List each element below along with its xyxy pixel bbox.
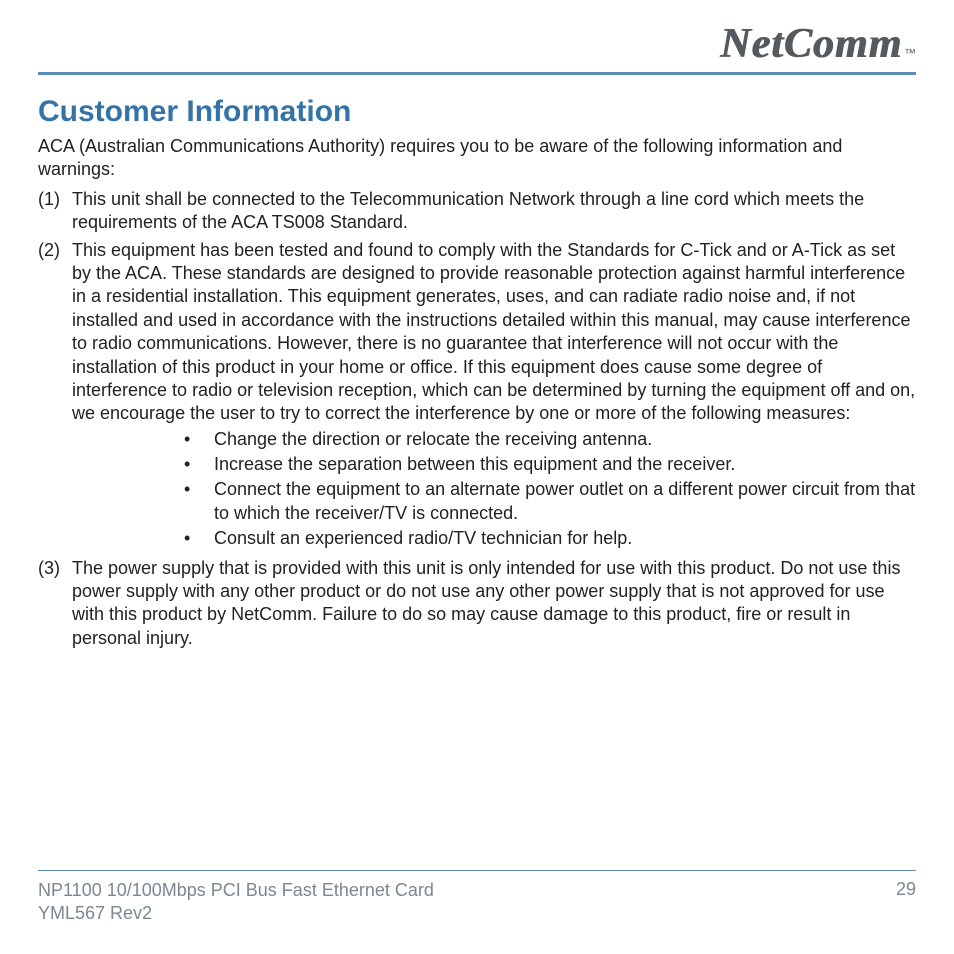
item-number: (1) xyxy=(38,188,72,235)
sub-item: •Increase the separation between this eq… xyxy=(180,453,916,476)
list-item: (2) This equipment has been tested and f… xyxy=(38,239,916,553)
bullet-icon: • xyxy=(180,453,214,476)
sub-item-text: Connect the equipment to an alternate po… xyxy=(214,478,916,525)
sub-item-text: Increase the separation between this equ… xyxy=(214,453,916,476)
page-heading: Customer Information xyxy=(38,95,916,129)
brand-logo: NetComm xyxy=(720,20,902,68)
page-footer: NP1100 10/100Mbps PCI Bus Fast Ethernet … xyxy=(38,879,916,924)
warnings-list: (1) This unit shall be connected to the … xyxy=(38,188,916,654)
list-item: (3) The power supply that is provided wi… xyxy=(38,557,916,651)
sub-item: •Connect the equipment to an alternate p… xyxy=(180,478,916,525)
intro-paragraph: ACA (Australian Communications Authority… xyxy=(38,135,916,182)
sub-item: •Consult an experienced radio/TV technic… xyxy=(180,527,916,550)
sub-item: •Change the direction or relocate the re… xyxy=(180,428,916,451)
content-spacer xyxy=(38,654,916,870)
footer-product: NP1100 10/100Mbps PCI Bus Fast Ethernet … xyxy=(38,879,434,902)
bullet-icon: • xyxy=(180,428,214,451)
item-number: (2) xyxy=(38,239,72,553)
sub-item-text: Change the direction or relocate the rec… xyxy=(214,428,916,451)
list-item: (1) This unit shall be connected to the … xyxy=(38,188,916,235)
footer-revision: YML567 Rev2 xyxy=(38,902,434,925)
item-text: This equipment has been tested and found… xyxy=(72,239,916,553)
item-text: The power supply that is provided with t… xyxy=(72,557,916,651)
bullet-icon: • xyxy=(180,478,214,525)
sub-item-text: Consult an experienced radio/TV technici… xyxy=(214,527,916,550)
item-text: This unit shall be connected to the Tele… xyxy=(72,188,916,235)
bullet-icon: • xyxy=(180,527,214,550)
page-number: 29 xyxy=(896,879,916,900)
item-number: (3) xyxy=(38,557,72,651)
footer-left: NP1100 10/100Mbps PCI Bus Fast Ethernet … xyxy=(38,879,434,924)
sub-list: •Change the direction or relocate the re… xyxy=(180,428,916,551)
brand-row: NetComm ™ xyxy=(38,20,916,68)
footer-divider xyxy=(38,870,916,871)
trademark-symbol: ™ xyxy=(904,46,916,60)
header-divider xyxy=(38,72,916,75)
item-text-body: This equipment has been tested and found… xyxy=(72,240,915,424)
